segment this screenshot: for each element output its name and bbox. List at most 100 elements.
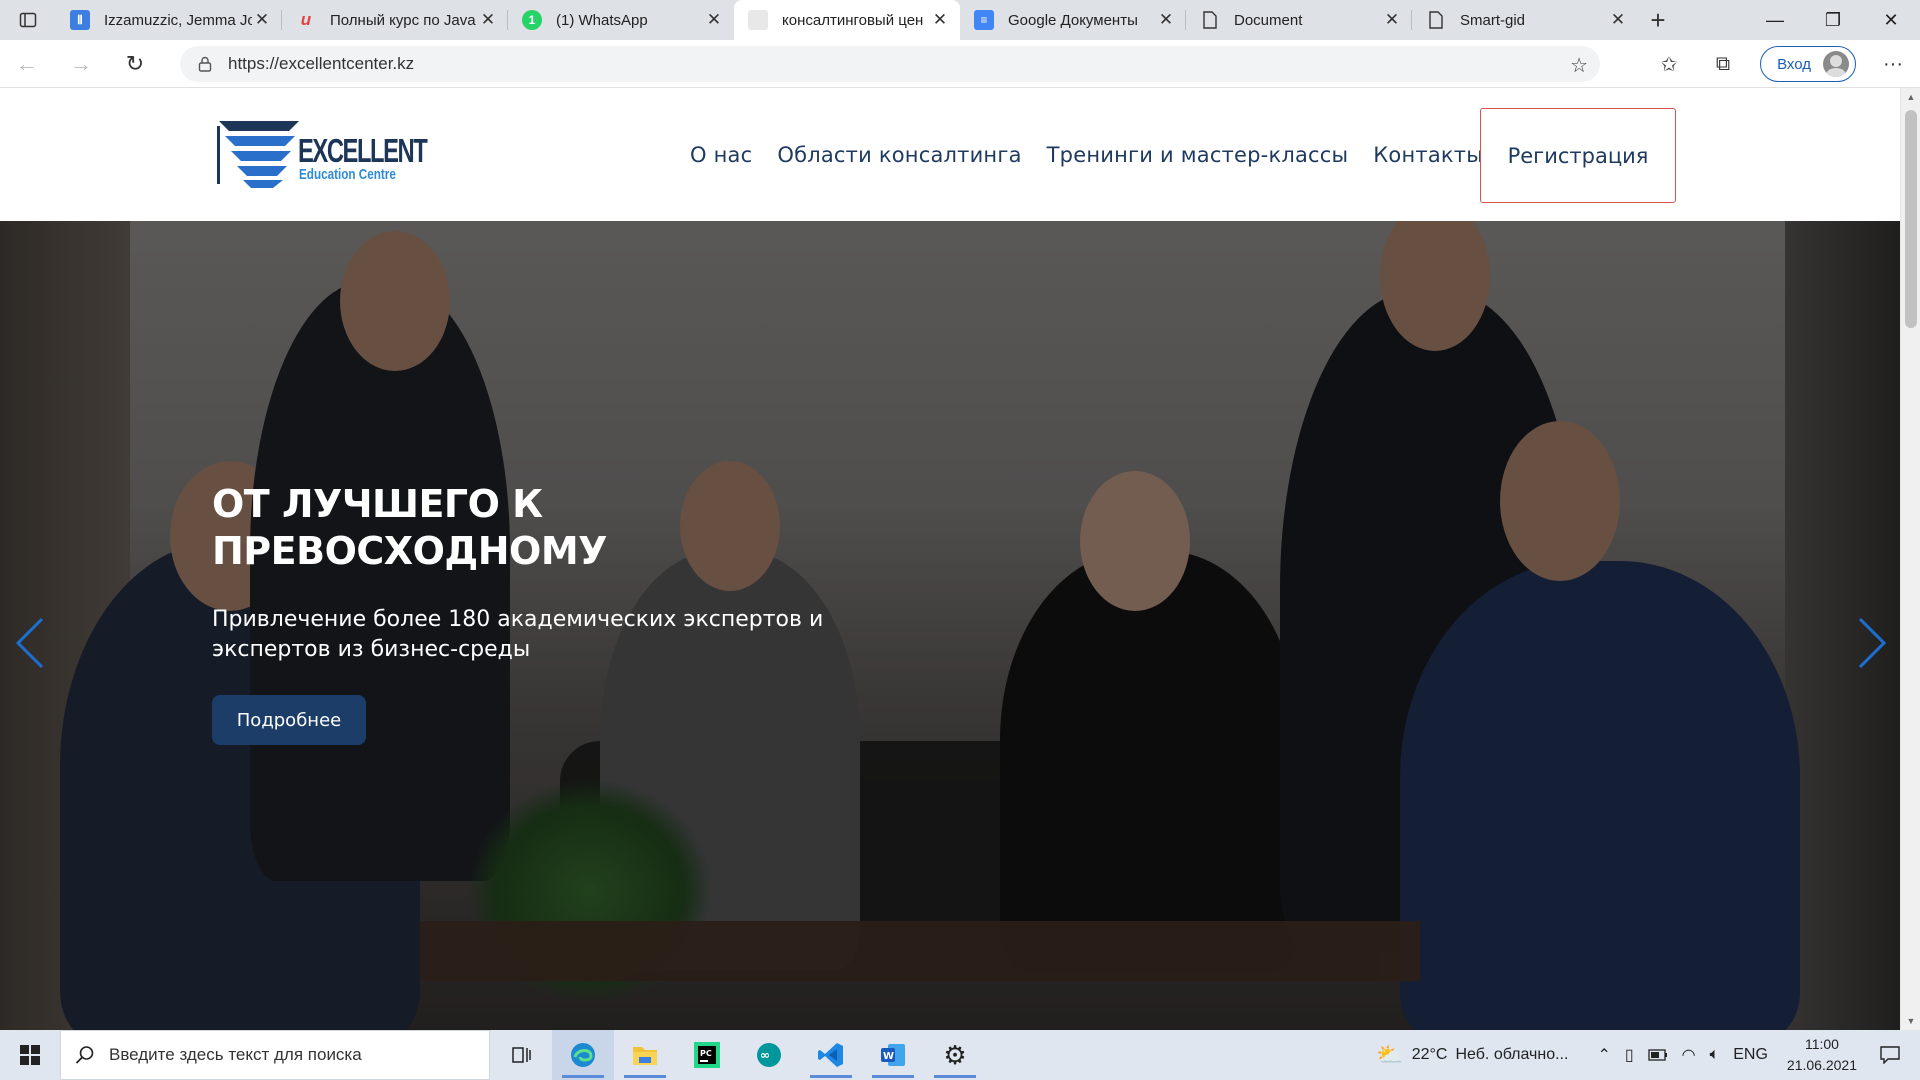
browser-tab-active[interactable]: консалтинговый цен ✕ <box>734 0 960 40</box>
browser-tab[interactable]: 1 (1) WhatsApp ✕ <box>508 0 734 40</box>
avatar <box>1823 51 1849 77</box>
nav-about[interactable]: О нас <box>690 143 752 167</box>
browser-tab[interactable]: u Полный курс по Java ✕ <box>282 0 508 40</box>
edge-browser-icon <box>571 1043 595 1067</box>
close-tab-icon[interactable]: ✕ <box>1382 10 1402 30</box>
register-button[interactable]: Регистрация <box>1480 108 1676 203</box>
notifications-button[interactable] <box>1880 1046 1900 1064</box>
taskbar-word[interactable]: W <box>862 1030 924 1080</box>
star-add-icon: ☆ <box>1570 55 1588 77</box>
profile-signin-button[interactable]: Вход <box>1760 46 1856 82</box>
taskbar-file-explorer[interactable] <box>614 1030 676 1080</box>
refresh-button[interactable]: ↻ <box>108 40 162 88</box>
task-view-button[interactable] <box>490 1030 552 1080</box>
taskbar-search[interactable]: Введите здесь текст для поиска <box>60 1030 490 1080</box>
close-tab-icon[interactable]: ✕ <box>930 10 950 30</box>
minimize-icon: — <box>1766 9 1784 30</box>
back-arrow-icon: ← <box>16 50 38 76</box>
logo-wordmark: EXCELLENT <box>298 132 428 169</box>
window-controls: — ❐ ✕ <box>1746 0 1920 40</box>
close-tab-icon[interactable]: ✕ <box>704 10 724 30</box>
collections-button[interactable]: ⧉ <box>1696 40 1750 88</box>
close-icon: ✕ <box>1883 9 1899 30</box>
browser-toolbar: ← → ↻ https://excellentcenter.kz ☆ ✩ ⧉ В… <box>0 40 1920 88</box>
maximize-button[interactable]: ❐ <box>1804 0 1862 40</box>
close-tab-icon[interactable]: ✕ <box>252 10 272 30</box>
svg-text:W: W <box>883 1051 894 1062</box>
close-tab-icon[interactable]: ✕ <box>1156 10 1176 30</box>
favorites-button[interactable]: ✩ <box>1642 40 1696 88</box>
battery-icon <box>1648 1049 1667 1061</box>
document-favicon-icon <box>1200 10 1220 30</box>
nav-contacts[interactable]: Контакты <box>1373 143 1483 167</box>
new-tab-button[interactable]: + <box>1638 0 1678 40</box>
hero-content: ОТ ЛУЧШЕГО К ПРЕВОСХОДНОМУ Привлечение б… <box>212 481 912 745</box>
browser-tab[interactable]: Document ✕ <box>1186 0 1412 40</box>
wifi-button[interactable]: ◠ <box>1682 1045 1696 1065</box>
page-scrollbar[interactable]: ▲ ▼ <box>1900 88 1920 1030</box>
show-hidden-icons-button[interactable]: ⌃ <box>1597 1045 1610 1065</box>
taskbar-pycharm[interactable]: PC <box>676 1030 738 1080</box>
taskbar-arduino[interactable]: ∞ <box>738 1030 800 1080</box>
more-dots-icon: ··· <box>1883 52 1903 75</box>
system-clock[interactable]: 11:00 21.06.2021 <box>1787 1034 1857 1076</box>
device-icon: ▯ <box>1624 1047 1634 1064</box>
wifi-icon: ◠ <box>1681 1047 1696 1064</box>
scroll-up-icon[interactable]: ▲ <box>1901 88 1920 106</box>
clock-date: 21.06.2021 <box>1786 1057 1857 1073</box>
taskbar-settings[interactable]: ⚙ <box>924 1030 986 1080</box>
svg-text:∞: ∞ <box>760 1048 770 1062</box>
hero-subtitle: Привлечение более 180 академических эксп… <box>212 607 824 662</box>
toolbar-right: ✩ ⧉ Вход ··· <box>1642 40 1920 88</box>
tab-actions-icon <box>19 12 37 28</box>
minimize-button[interactable]: — <box>1746 0 1804 40</box>
volume-button[interactable]: 🔈︎ <box>1710 1046 1720 1064</box>
nav-consulting-areas[interactable]: Области консалтинга <box>777 143 1021 167</box>
chevron-up-icon: ⌃ <box>1597 1047 1611 1064</box>
main-nav: О нас Области консалтинга Тренинги и мас… <box>690 88 1508 221</box>
device-icon-button[interactable]: ▯ <box>1625 1045 1634 1065</box>
nav-trainings[interactable]: Тренинги и мастер-классы <box>1047 143 1349 167</box>
gear-icon: ⚙ <box>943 1039 967 1070</box>
slider-next-arrow-icon[interactable] <box>1850 613 1890 673</box>
google-docs-favicon-icon: ≡ <box>974 10 994 30</box>
restore-icon: ❐ <box>1824 9 1842 30</box>
weather-widget[interactable]: ⛅ 22°C Неб. облачно... <box>1368 1042 1568 1068</box>
browser-tab[interactable]: Smart-gid ✕ <box>1412 0 1638 40</box>
whatsapp-favicon-icon: 1 <box>522 10 542 30</box>
close-window-button[interactable]: ✕ <box>1862 0 1920 40</box>
forward-button[interactable]: → <box>54 40 108 88</box>
favorites-icon: ✩ <box>1660 53 1678 76</box>
address-bar[interactable]: https://excellentcenter.kz ☆ <box>180 46 1600 82</box>
more-button[interactable]: Подробнее <box>212 695 366 745</box>
close-tab-icon[interactable]: ✕ <box>478 10 498 30</box>
start-button[interactable] <box>0 1030 60 1080</box>
document-favicon-icon <box>1426 10 1446 30</box>
browser-tab[interactable]: Ⅱ Izzamuzzic, Jemma Jo ✕ <box>56 0 282 40</box>
refresh-icon: ↻ <box>125 50 145 76</box>
close-tab-icon[interactable]: ✕ <box>1608 10 1628 30</box>
language-indicator[interactable]: ENG <box>1733 1046 1768 1064</box>
scroll-down-icon[interactable]: ▼ <box>1901 1012 1920 1030</box>
course-favicon-icon: u <box>300 10 312 29</box>
vscode-icon <box>818 1043 843 1067</box>
scrollbar-thumb[interactable] <box>1905 110 1917 328</box>
task-view-icon <box>512 1047 531 1063</box>
taskbar-vscode[interactable] <box>800 1030 862 1080</box>
slider-prev-arrow-icon[interactable] <box>12 613 52 673</box>
browser-tab-strip: Ⅱ Izzamuzzic, Jemma Jo ✕ u Полный курс п… <box>0 0 1920 40</box>
weather-temp: 22°C <box>1411 1046 1448 1063</box>
svg-text:PC: PC <box>700 1049 712 1058</box>
weather-text: Неб. облачно... <box>1455 1046 1569 1063</box>
system-tray: ⛅ 22°C Неб. облачно... ⌃ ▯ ◠ 🔈︎ ENG 11:0… <box>1368 1030 1920 1080</box>
folder-icon <box>633 1047 657 1065</box>
taskbar-edge[interactable] <box>552 1030 614 1080</box>
site-logo[interactable]: EXCELLENT Education Centre <box>213 118 428 190</box>
tab-actions-button[interactable] <box>0 0 56 40</box>
back-button[interactable]: ← <box>0 40 54 88</box>
battery-button[interactable] <box>1648 1049 1668 1061</box>
add-favorite-button[interactable]: ☆ <box>1570 53 1588 78</box>
browser-tab[interactable]: ≡ Google Документы ✕ <box>960 0 1186 40</box>
settings-menu-button[interactable]: ··· <box>1866 40 1920 88</box>
windows-taskbar: Введите здесь текст для поиска PC ∞ W ⚙ … <box>0 1030 1920 1080</box>
